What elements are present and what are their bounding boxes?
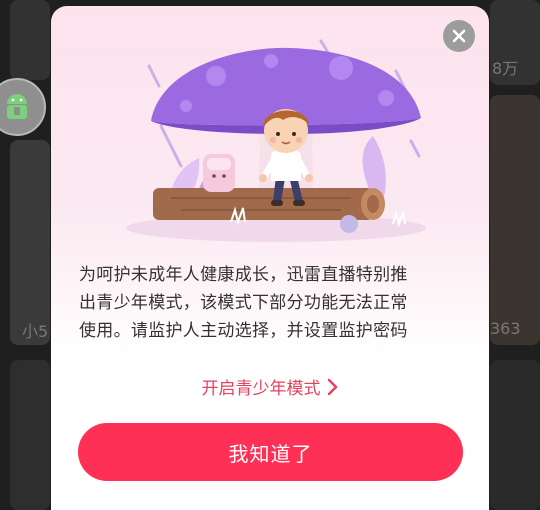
android-icon — [7, 94, 27, 119]
description-line: 出青少年模式，该模式下部分功能无法正常 — [79, 293, 408, 313]
enable-teen-mode-link[interactable]: 开启青少年模式 — [51, 374, 489, 399]
chevron-right-icon — [327, 378, 337, 395]
close-icon — [452, 29, 466, 43]
close-button[interactable] — [443, 20, 475, 52]
description-line: 为呵护未成年人健康成长，迅雷直播特别推 — [79, 265, 408, 285]
confirm-button[interactable]: 我知道了 — [78, 423, 463, 481]
teen-mode-illustration — [126, 39, 426, 242]
enable-teen-mode-label: 开启青少年模式 — [201, 379, 321, 399]
teen-mode-description: 为呵护未成年人健康成长，迅雷直播特别推 出青少年模式，该模式下部分功能无法正常 … — [79, 261, 464, 345]
teen-mode-dialog: 为呵护未成年人健康成长，迅雷直播特别推 出青少年模式，该模式下部分功能无法正常 … — [51, 6, 489, 510]
description-line: 使用。请监护人主动选择，并设置监护密码 — [79, 321, 408, 341]
